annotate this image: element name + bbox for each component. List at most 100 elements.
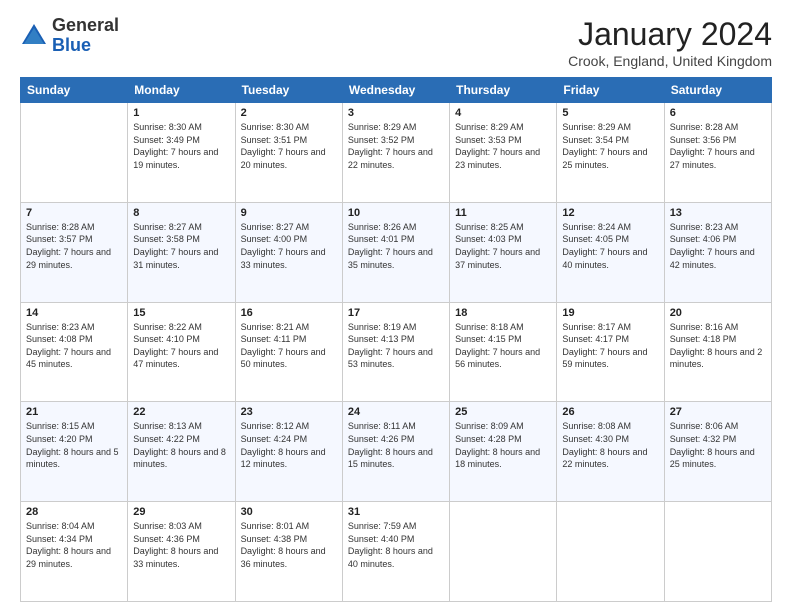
sunrise-text: Sunrise: 8:13 AM [133, 420, 229, 433]
table-row: 19 Sunrise: 8:17 AM Sunset: 4:17 PM Dayl… [557, 302, 664, 402]
col-thursday: Thursday [450, 78, 557, 103]
sunrise-text: Sunrise: 8:08 AM [562, 420, 658, 433]
cell-info: Sunrise: 8:30 AM Sunset: 3:51 PM Dayligh… [241, 121, 337, 171]
sunset-text: Sunset: 3:58 PM [133, 233, 229, 246]
sunrise-text: Sunrise: 8:04 AM [26, 520, 122, 533]
cell-info: Sunrise: 8:19 AM Sunset: 4:13 PM Dayligh… [348, 321, 444, 371]
cell-info: Sunrise: 8:26 AM Sunset: 4:01 PM Dayligh… [348, 221, 444, 271]
table-row: 20 Sunrise: 8:16 AM Sunset: 4:18 PM Dayl… [664, 302, 771, 402]
day-number: 1 [133, 107, 229, 119]
sunset-text: Sunset: 4:34 PM [26, 533, 122, 546]
day-number: 11 [455, 207, 551, 219]
daylight-text: Daylight: 7 hours and 35 minutes. [348, 246, 444, 271]
cell-info: Sunrise: 8:28 AM Sunset: 3:57 PM Dayligh… [26, 221, 122, 271]
sunrise-text: Sunrise: 8:27 AM [241, 221, 337, 234]
day-number: 9 [241, 207, 337, 219]
sunset-text: Sunset: 4:01 PM [348, 233, 444, 246]
sunrise-text: Sunrise: 8:26 AM [348, 221, 444, 234]
week-row-2: 14 Sunrise: 8:23 AM Sunset: 4:08 PM Dayl… [21, 302, 772, 402]
col-friday: Friday [557, 78, 664, 103]
sunrise-text: Sunrise: 8:30 AM [241, 121, 337, 134]
table-row: 27 Sunrise: 8:06 AM Sunset: 4:32 PM Dayl… [664, 402, 771, 502]
sunset-text: Sunset: 4:17 PM [562, 333, 658, 346]
day-number: 2 [241, 107, 337, 119]
day-number: 15 [133, 307, 229, 319]
week-row-3: 21 Sunrise: 8:15 AM Sunset: 4:20 PM Dayl… [21, 402, 772, 502]
sunrise-text: Sunrise: 8:23 AM [670, 221, 766, 234]
day-number: 14 [26, 307, 122, 319]
daylight-text: Daylight: 7 hours and 53 minutes. [348, 346, 444, 371]
table-row [450, 502, 557, 602]
day-number: 18 [455, 307, 551, 319]
sunset-text: Sunset: 4:00 PM [241, 233, 337, 246]
daylight-text: Daylight: 7 hours and 33 minutes. [241, 246, 337, 271]
sunrise-text: Sunrise: 8:23 AM [26, 321, 122, 334]
sunset-text: Sunset: 4:15 PM [455, 333, 551, 346]
table-row: 6 Sunrise: 8:28 AM Sunset: 3:56 PM Dayli… [664, 103, 771, 203]
table-row: 22 Sunrise: 8:13 AM Sunset: 4:22 PM Dayl… [128, 402, 235, 502]
cell-info: Sunrise: 8:06 AM Sunset: 4:32 PM Dayligh… [670, 420, 766, 470]
sunset-text: Sunset: 4:30 PM [562, 433, 658, 446]
sunset-text: Sunset: 3:56 PM [670, 134, 766, 147]
day-number: 24 [348, 406, 444, 418]
sunset-text: Sunset: 4:32 PM [670, 433, 766, 446]
logo-blue-label: Blue [52, 36, 119, 56]
table-row: 31 Sunrise: 7:59 AM Sunset: 4:40 PM Dayl… [342, 502, 449, 602]
table-row: 7 Sunrise: 8:28 AM Sunset: 3:57 PM Dayli… [21, 202, 128, 302]
table-row: 16 Sunrise: 8:21 AM Sunset: 4:11 PM Dayl… [235, 302, 342, 402]
sunrise-text: Sunrise: 8:21 AM [241, 321, 337, 334]
daylight-text: Daylight: 8 hours and 5 minutes. [26, 446, 122, 471]
table-row: 5 Sunrise: 8:29 AM Sunset: 3:54 PM Dayli… [557, 103, 664, 203]
table-row: 30 Sunrise: 8:01 AM Sunset: 4:38 PM Dayl… [235, 502, 342, 602]
sunset-text: Sunset: 4:03 PM [455, 233, 551, 246]
sunset-text: Sunset: 4:05 PM [562, 233, 658, 246]
daylight-text: Daylight: 8 hours and 22 minutes. [562, 446, 658, 471]
cell-info: Sunrise: 8:17 AM Sunset: 4:17 PM Dayligh… [562, 321, 658, 371]
sunrise-text: Sunrise: 8:25 AM [455, 221, 551, 234]
day-number: 3 [348, 107, 444, 119]
sunset-text: Sunset: 4:38 PM [241, 533, 337, 546]
sunrise-text: Sunrise: 8:19 AM [348, 321, 444, 334]
day-number: 7 [26, 207, 122, 219]
daylight-text: Daylight: 7 hours and 19 minutes. [133, 146, 229, 171]
cell-info: Sunrise: 8:16 AM Sunset: 4:18 PM Dayligh… [670, 321, 766, 371]
cell-info: Sunrise: 8:25 AM Sunset: 4:03 PM Dayligh… [455, 221, 551, 271]
logo-text: General Blue [52, 16, 119, 56]
cell-info: Sunrise: 8:13 AM Sunset: 4:22 PM Dayligh… [133, 420, 229, 470]
day-number: 30 [241, 506, 337, 518]
cell-info: Sunrise: 8:23 AM Sunset: 4:08 PM Dayligh… [26, 321, 122, 371]
sunrise-text: Sunrise: 7:59 AM [348, 520, 444, 533]
sunrise-text: Sunrise: 8:27 AM [133, 221, 229, 234]
sunrise-text: Sunrise: 8:06 AM [670, 420, 766, 433]
sunset-text: Sunset: 3:53 PM [455, 134, 551, 147]
day-number: 23 [241, 406, 337, 418]
table-row: 24 Sunrise: 8:11 AM Sunset: 4:26 PM Dayl… [342, 402, 449, 502]
week-row-0: 1 Sunrise: 8:30 AM Sunset: 3:49 PM Dayli… [21, 103, 772, 203]
daylight-text: Daylight: 8 hours and 25 minutes. [670, 446, 766, 471]
daylight-text: Daylight: 7 hours and 59 minutes. [562, 346, 658, 371]
sunrise-text: Sunrise: 8:24 AM [562, 221, 658, 234]
sunset-text: Sunset: 4:36 PM [133, 533, 229, 546]
daylight-text: Daylight: 7 hours and 42 minutes. [670, 246, 766, 271]
daylight-text: Daylight: 7 hours and 27 minutes. [670, 146, 766, 171]
sunrise-text: Sunrise: 8:30 AM [133, 121, 229, 134]
sunset-text: Sunset: 4:13 PM [348, 333, 444, 346]
daylight-text: Daylight: 7 hours and 56 minutes. [455, 346, 551, 371]
cell-info: Sunrise: 8:29 AM Sunset: 3:54 PM Dayligh… [562, 121, 658, 171]
table-row: 14 Sunrise: 8:23 AM Sunset: 4:08 PM Dayl… [21, 302, 128, 402]
sunset-text: Sunset: 3:51 PM [241, 134, 337, 147]
cell-info: Sunrise: 8:03 AM Sunset: 4:36 PM Dayligh… [133, 520, 229, 570]
sunset-text: Sunset: 4:40 PM [348, 533, 444, 546]
table-row: 4 Sunrise: 8:29 AM Sunset: 3:53 PM Dayli… [450, 103, 557, 203]
col-wednesday: Wednesday [342, 78, 449, 103]
cell-info: Sunrise: 8:11 AM Sunset: 4:26 PM Dayligh… [348, 420, 444, 470]
sunrise-text: Sunrise: 8:29 AM [562, 121, 658, 134]
header: General Blue January 2024 Crook, England… [20, 16, 772, 69]
sunrise-text: Sunrise: 8:09 AM [455, 420, 551, 433]
sunset-text: Sunset: 4:18 PM [670, 333, 766, 346]
cell-info: Sunrise: 8:27 AM Sunset: 3:58 PM Dayligh… [133, 221, 229, 271]
cell-info: Sunrise: 8:27 AM Sunset: 4:00 PM Dayligh… [241, 221, 337, 271]
sunset-text: Sunset: 4:26 PM [348, 433, 444, 446]
sunset-text: Sunset: 3:49 PM [133, 134, 229, 147]
sunrise-text: Sunrise: 8:28 AM [670, 121, 766, 134]
